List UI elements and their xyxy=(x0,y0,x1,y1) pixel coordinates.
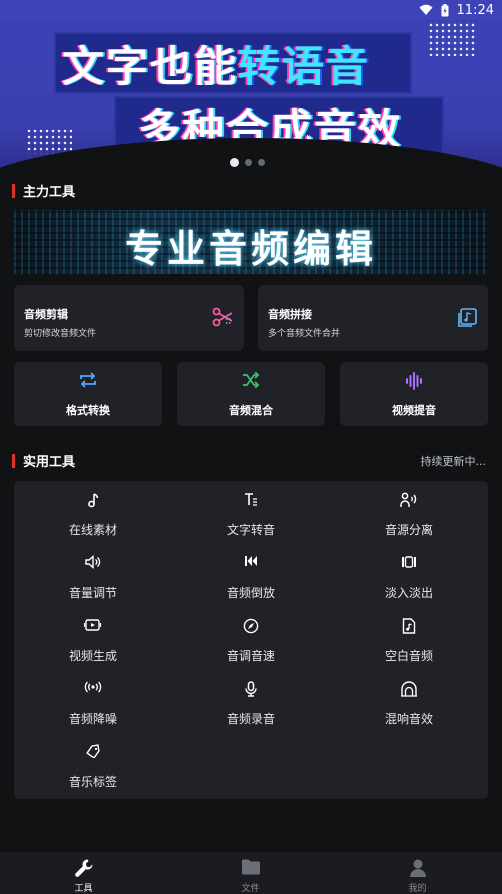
nav-label: 文件 xyxy=(241,884,260,894)
audio-mix-button[interactable]: 音频混合 xyxy=(177,362,325,426)
tool-label: 淡入淡出 xyxy=(384,586,433,600)
format-convert-label: 格式转换 xyxy=(66,404,110,417)
nav-label: 工具 xyxy=(74,884,93,894)
wrench-icon xyxy=(0,858,167,878)
shuffle-icon xyxy=(177,372,325,388)
tool-label: 音量调节 xyxy=(68,586,117,600)
promo-banner[interactable]: 文字也能 转语音 多种合成音效 xyxy=(0,20,502,172)
tool-pitch-speed[interactable]: 音调音速 xyxy=(172,609,330,669)
tool-music-tags[interactable]: 音乐标签 xyxy=(14,735,172,795)
fade-icon xyxy=(330,555,488,569)
tool-label: 视频生成 xyxy=(68,649,117,663)
bottom-navigation: 工具 文件 我的 xyxy=(0,852,502,894)
card-subtitle: 剪切修改音频文件 xyxy=(24,329,97,339)
banner-line-1: 文字也能 转语音 xyxy=(54,32,412,94)
section-title-practical-tools: 实用工具 xyxy=(23,455,76,470)
status-bar: 11:24 xyxy=(0,0,502,20)
tool-label: 音频降噪 xyxy=(68,712,117,726)
card-title: 音频剪辑 xyxy=(24,308,68,321)
repeat-icon xyxy=(14,372,162,388)
audio-cut-card[interactable]: 音频剪辑 剪切修改音频文件 xyxy=(14,285,244,351)
pager-dot[interactable] xyxy=(258,159,265,166)
audio-merge-card[interactable]: 音频拼接 多个音频文件合并 xyxy=(258,285,488,351)
tool-label: 文字转音 xyxy=(226,523,275,537)
tool-source-separation[interactable]: 音源分离 xyxy=(330,483,488,543)
nav-files[interactable]: 文件 xyxy=(167,852,334,894)
card-title: 音频拼接 xyxy=(268,308,312,321)
tool-audio-reverse[interactable]: 音频倒放 xyxy=(172,546,330,606)
tool-audio-record[interactable]: 音频录音 xyxy=(172,672,330,732)
microphone-icon xyxy=(172,681,330,697)
tool-noise-reduction[interactable]: 音频降噪 xyxy=(14,672,172,732)
tag-icon xyxy=(14,744,172,758)
tool-volume-adjust[interactable]: 音量调节 xyxy=(14,546,172,606)
nav-profile[interactable]: 我的 xyxy=(334,852,501,894)
tool-label: 混响音效 xyxy=(384,712,433,726)
section-title-main-tools: 主力工具 xyxy=(23,185,76,200)
folder-icon xyxy=(167,858,334,876)
tool-label: 空白音频 xyxy=(384,649,433,663)
video-extract-audio-label: 视频提音 xyxy=(392,404,436,417)
battery-icon xyxy=(441,3,449,17)
nav-label: 我的 xyxy=(408,884,427,894)
tool-text-to-speech[interactable]: 文字转音 xyxy=(172,483,330,543)
tool-blank-audio[interactable]: 空白音频 xyxy=(330,609,488,669)
banner-pager[interactable] xyxy=(230,158,265,167)
music-files-icon xyxy=(456,307,478,333)
section-accent-bar xyxy=(12,183,15,198)
status-time: 11:24 xyxy=(456,2,494,18)
text-icon xyxy=(172,492,330,506)
wifi-icon xyxy=(419,4,433,16)
compass-icon xyxy=(172,618,330,634)
format-convert-button[interactable]: 格式转换 xyxy=(14,362,162,426)
tool-label: 音频录音 xyxy=(226,712,275,726)
tool-label: 音乐标签 xyxy=(68,775,117,789)
pro-edit-banner[interactable]: 专业音频编辑 xyxy=(14,210,488,274)
tool-fade-in-out[interactable]: 淡入淡出 xyxy=(330,546,488,606)
pro-banner-title: 专业音频编辑 xyxy=(124,227,377,271)
audio-mix-label: 音频混合 xyxy=(229,404,273,417)
dot-pattern xyxy=(26,128,72,154)
blank-audio-icon xyxy=(330,618,488,634)
dot-pattern xyxy=(428,22,476,56)
pager-dot[interactable] xyxy=(245,159,252,166)
tool-label: 音调音速 xyxy=(226,649,275,663)
tool-video-generate[interactable]: 视频生成 xyxy=(14,609,172,669)
video-icon xyxy=(14,618,172,632)
tool-label: 在线素材 xyxy=(68,523,117,537)
user-icon xyxy=(334,858,501,878)
practical-tools-grid: 在线素材 文字转音 音源分离 音量调节 音频倒放 淡入淡出 视频生成 音调音速 … xyxy=(14,481,488,799)
section-practical-tools: 实用工具 xyxy=(12,451,75,470)
reverb-icon xyxy=(330,681,488,697)
card-subtitle: 多个音频文件合并 xyxy=(268,329,341,339)
updating-note: 持续更新中... xyxy=(420,455,487,468)
pager-dot[interactable] xyxy=(230,158,239,167)
waveform-icon xyxy=(340,372,488,390)
volume-icon xyxy=(14,555,172,569)
tool-label: 音频倒放 xyxy=(226,586,275,600)
section-main-tools: 主力工具 xyxy=(12,181,75,200)
banner-line-1-accent: 转语音 xyxy=(238,41,371,91)
tool-online-materials[interactable]: 在线素材 xyxy=(14,483,172,543)
tool-label: 音源分离 xyxy=(384,523,433,537)
music-note-icon xyxy=(14,492,172,508)
rewind-icon xyxy=(172,555,330,567)
section-accent-bar xyxy=(12,453,15,468)
banner-line-1-plain: 文字也能 xyxy=(62,41,239,91)
tool-reverb-effect[interactable]: 混响音效 xyxy=(330,672,488,732)
voice-separate-icon xyxy=(330,492,488,508)
scissors-icon xyxy=(212,307,234,331)
nav-tools[interactable]: 工具 xyxy=(0,852,167,894)
noise-reduce-icon xyxy=(14,681,172,693)
video-extract-audio-button[interactable]: 视频提音 xyxy=(340,362,488,426)
